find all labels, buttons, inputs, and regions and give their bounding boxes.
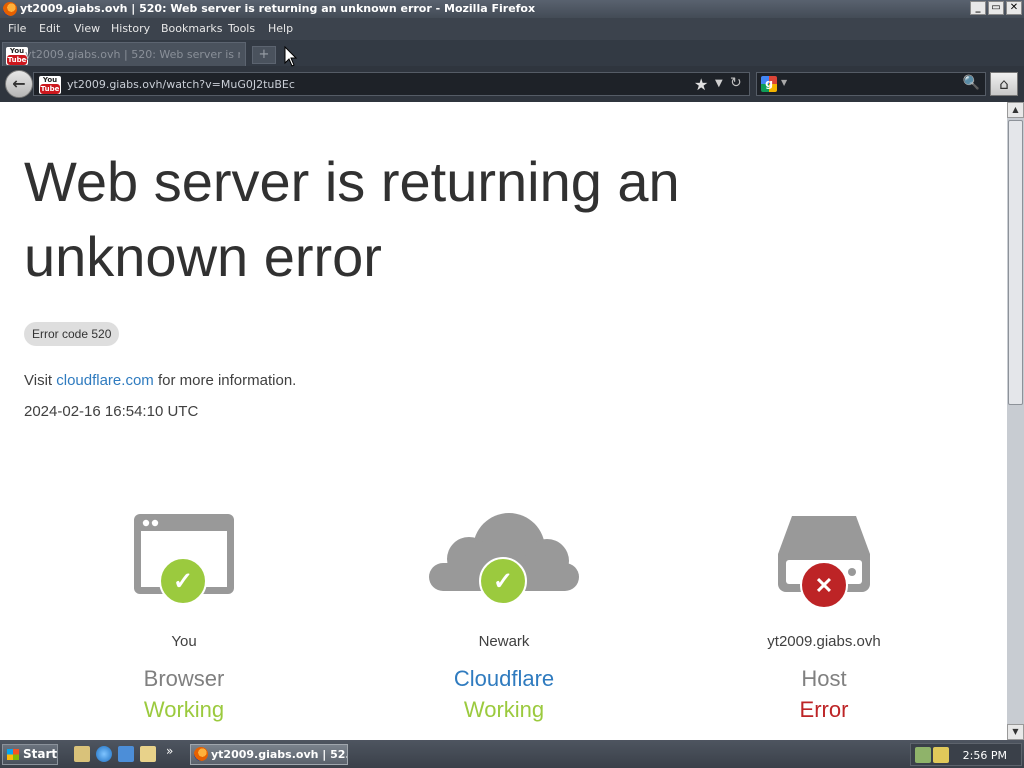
status-browser: ✓ You Browser Working	[24, 510, 344, 722]
menu-file[interactable]: File	[8, 22, 26, 35]
page-content: Web server is returning an unknown error…	[0, 102, 1007, 740]
youtube-site-icon: You Tube	[39, 76, 61, 94]
location-label: Newark	[478, 633, 530, 650]
security-icon[interactable]	[933, 747, 949, 763]
close-button[interactable]: ✕	[1006, 1, 1022, 15]
bookmark-star-icon[interactable]: ★	[694, 75, 708, 94]
state-label: Working	[143, 697, 225, 722]
state-label: Working	[463, 697, 545, 722]
outlook-icon[interactable]	[118, 746, 134, 762]
navigation-toolbar: ← You Tube yt2009.giabs.ovh/watch?v=MuG0…	[0, 66, 1024, 102]
restore-button[interactable]: ▭	[988, 1, 1004, 15]
menu-bookmarks[interactable]: Bookmarks	[161, 22, 222, 35]
new-tab-button[interactable]: +	[252, 46, 276, 64]
minimize-button[interactable]: _	[970, 1, 986, 15]
taskbar-firefox-item[interactable]: yt2009.giabs.ovh | 52...	[190, 744, 348, 765]
firefox-icon	[194, 747, 208, 761]
reload-icon[interactable]: ↻	[730, 75, 742, 91]
visit-text: Visit cloudflare.com for more informatio…	[24, 372, 297, 389]
menu-help[interactable]: Help	[268, 22, 293, 35]
start-button[interactable]: Start	[2, 744, 58, 765]
search-icon[interactable]: 🔍	[963, 75, 980, 91]
status-cloudflare: ✓ Newark Cloudflare Working	[344, 510, 664, 722]
show-desktop-icon[interactable]	[74, 746, 90, 762]
clock: 2:56 PM	[962, 749, 1007, 762]
window-title: yt2009.giabs.ovh | 520: Web server is re…	[20, 2, 536, 15]
scroll-down-arrow-icon[interactable]: ▼	[1007, 724, 1024, 740]
home-button[interactable]: ⌂	[990, 72, 1018, 96]
search-folder-icon[interactable]	[140, 746, 156, 762]
menu-view[interactable]: View	[74, 22, 100, 35]
menu-tools[interactable]: Tools	[228, 22, 255, 35]
error-headline: Web server is returning an unknown error	[24, 150, 680, 288]
google-icon[interactable]: g	[761, 76, 777, 92]
menu-edit[interactable]: Edit	[39, 22, 60, 35]
url-text[interactable]: yt2009.giabs.ovh/watch?v=MuG0J2tuBEc	[67, 78, 295, 91]
menu-history[interactable]: History	[111, 22, 150, 35]
status-host: ✕ yt2009.giabs.ovh Host Error	[664, 510, 984, 722]
network-icon[interactable]	[915, 747, 931, 763]
tab-active[interactable]: You Tube yt2009.giabs.ovh | 520: Web ser…	[2, 42, 246, 66]
search-bar[interactable]: g ▼ 🔍	[756, 72, 986, 96]
back-button[interactable]: ←	[5, 70, 33, 98]
state-label: Error	[799, 697, 849, 722]
kind-label: Host	[801, 666, 847, 691]
tab-label: yt2009.giabs.ovh | 520: Web server is re…	[25, 48, 240, 61]
scrollbar-thumb[interactable]	[1008, 120, 1023, 405]
kind-label: Browser	[143, 666, 225, 691]
vertical-scrollbar[interactable]: ▲ ▼	[1007, 102, 1024, 740]
window-controls: _ ▭ ✕	[970, 1, 1022, 15]
check-icon: ✓	[479, 557, 527, 605]
search-engine-dropdown-icon[interactable]: ▼	[781, 78, 787, 87]
title-bar: yt2009.giabs.ovh | 520: Web server is re…	[0, 0, 1024, 18]
taskbar: Start » yt2009.giabs.ovh | 52... 2:56 PM	[0, 740, 1024, 768]
location-label: You	[171, 633, 197, 650]
tab-strip: You Tube yt2009.giabs.ovh | 520: Web ser…	[0, 40, 1024, 66]
quicklaunch-more-icon[interactable]: »	[166, 744, 173, 758]
error-code-badge: Error code 520	[24, 322, 120, 346]
check-icon: ✓	[159, 557, 207, 605]
firefox-icon	[3, 2, 17, 16]
url-dropdown-icon[interactable]: ▼	[715, 78, 723, 89]
location-label: yt2009.giabs.ovh	[767, 633, 881, 650]
menu-bar: File Edit View History Bookmarks Tools H…	[0, 18, 1024, 40]
internet-explorer-icon[interactable]	[96, 746, 112, 762]
kind-label: Cloudflare	[453, 666, 555, 691]
url-bar[interactable]: You Tube yt2009.giabs.ovh/watch?v=MuG0J2…	[33, 72, 750, 96]
mouse-cursor-icon	[284, 46, 298, 67]
error-x-icon: ✕	[800, 561, 848, 609]
timestamp: 2024-02-16 16:54:10 UTC	[24, 403, 199, 420]
system-tray: 2:56 PM	[910, 743, 1022, 766]
windows-flag-icon	[7, 749, 19, 760]
cloudflare-link[interactable]: cloudflare.com	[56, 372, 154, 389]
scroll-up-arrow-icon[interactable]: ▲	[1007, 102, 1024, 118]
